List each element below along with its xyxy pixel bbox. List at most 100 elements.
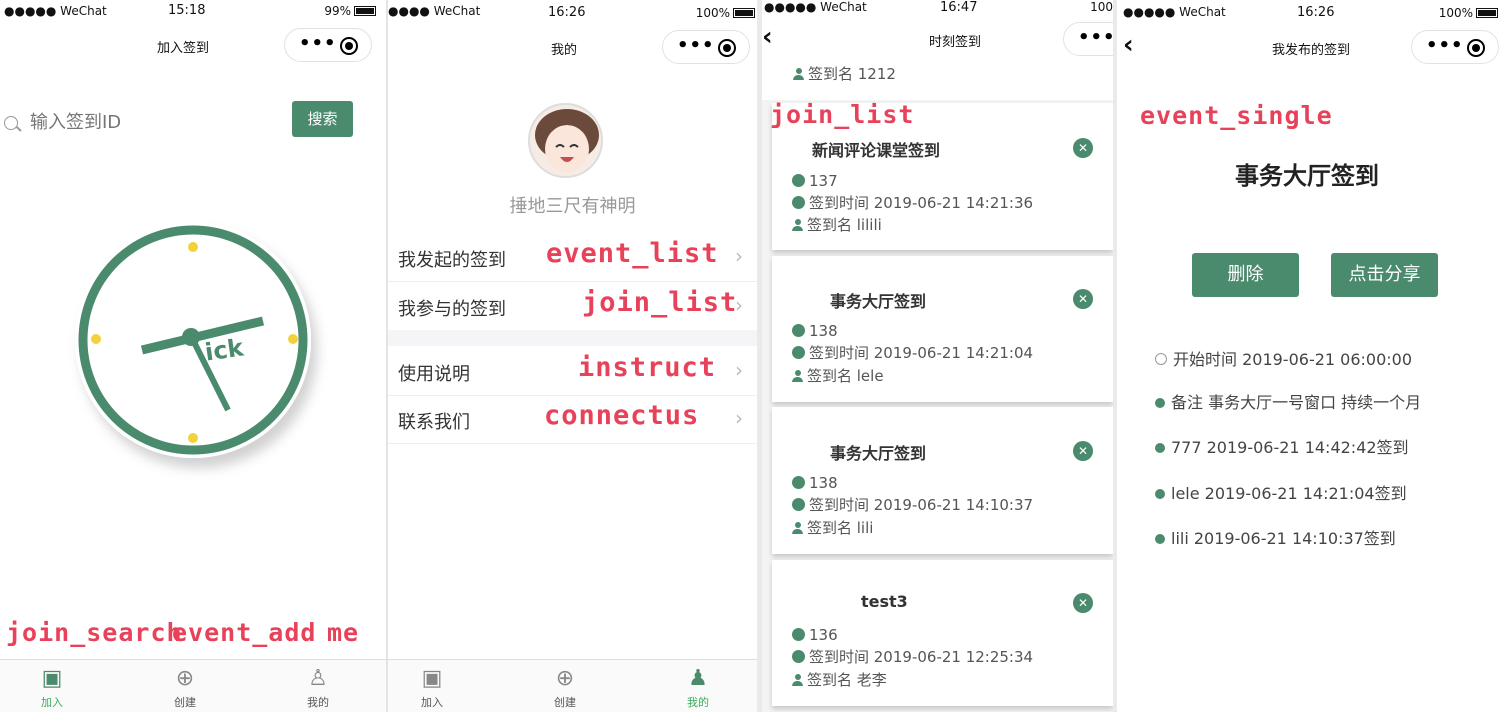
more-icon[interactable]: ••• [1078,27,1113,48]
menu-item-my-events[interactable]: 我发起的签到 event_list › [388,232,757,282]
tab-me[interactable]: ♟ 我的 [668,664,728,710]
card-id: 138 [792,322,838,340]
back-arrow-icon[interactable]: ‹ [762,22,773,52]
section-gap [388,330,757,346]
tab-bar: ▣ 加入 ⊕ 创建 ♙ 我的 [0,659,386,712]
clock-time: 16:47 [940,0,978,15]
delete-button[interactable]: 删除 [1192,253,1299,297]
card-id-value: 138 [809,322,838,340]
id-icon [792,476,805,489]
tab-create[interactable]: ⊕ 创建 [155,664,215,710]
card-id-value: 138 [809,474,838,492]
status-bar: ●●●● WeChat 16:26 100% [388,0,757,22]
tab-me-label: 我的 [307,696,329,709]
more-icon[interactable]: ••• [677,35,715,56]
card-name: 签到名 lili [792,517,873,538]
clock-time: 16:26 [1297,5,1335,20]
tab-join[interactable]: ▣ 加入 [22,664,82,710]
battery-status: 100% [1439,6,1498,20]
clock-logo-text: ick [203,333,246,367]
user-icon [792,219,803,231]
tab-create-label: 创建 [174,696,196,709]
share-button[interactable]: 点击分享 [1331,253,1438,297]
card-id: 136 [792,626,838,644]
signin-name: 签到名 1212 [808,65,896,83]
annotation-event-list: event_list [546,238,719,269]
menu-item-contact-us[interactable]: 联系我们 connectus › [388,394,757,444]
tab-me[interactable]: ♙ 我的 [288,664,348,710]
annotation-join-list: join_list [770,100,915,129]
carrier-label: ●●●●● WeChat [1123,5,1226,19]
bullet-icon [1155,534,1165,544]
close-target-icon[interactable] [1467,39,1485,57]
more-icon[interactable]: ••• [1426,35,1464,56]
battery-status: 100% [696,6,755,20]
menu-item-label: 联系我们 [398,412,470,433]
card-time: 签到时间 2019-06-21 12:25:34 [792,646,1033,667]
user-icon [793,68,804,80]
record-text: lele 2019-06-21 14:21:04签到 [1171,484,1407,503]
calendar-check-icon: ▣ [41,666,63,691]
bullet-icon [1155,489,1165,499]
start-time-text: 开始时间 2019-06-21 06:00:00 [1173,350,1413,369]
avatar[interactable] [528,103,603,178]
mini-program-capsule: ••• [1411,30,1499,64]
tab-join[interactable]: ▣ 加入 [402,664,462,710]
card-time-value: 签到时间 2019-06-21 14:21:36 [809,194,1034,212]
close-target-icon[interactable] [718,39,736,57]
more-icon[interactable]: ••• [299,33,337,54]
close-icon[interactable]: ✕ [1073,593,1093,613]
card-id: 138 [792,474,838,492]
chevron-right-icon: › [735,244,743,268]
menu-item-label: 使用说明 [398,364,470,385]
carrier-label: ●●●●● WeChat [4,4,107,18]
user-icon [792,674,803,686]
card-title: 事务大厅签到 [830,444,927,463]
close-icon[interactable]: ✕ [1073,138,1093,158]
plus-circle-icon: ⊕ [175,666,195,691]
signin-record: lele 2019-06-21 14:21:04签到 [1155,480,1407,504]
bullet-icon [1155,443,1165,453]
clock-icon [1155,353,1167,365]
card-time: 签到时间 2019-06-21 14:21:36 [792,192,1033,213]
user-icon: ♟ [688,666,708,691]
battery-percent: 100% [1438,6,1473,20]
close-target-icon[interactable] [340,37,358,55]
page-title: 加入签到 [157,41,210,56]
id-icon [792,324,805,337]
menu-item-joined-events[interactable]: 我参与的签到 join_list › [388,281,757,331]
annotation-instruct: instruct [578,352,717,383]
me-screen: ●●●● WeChat 16:26 100% 我的 ••• 捶地三尺有神明 我发… [388,0,757,712]
search-icon [4,116,18,130]
join-list-screen: ●●●●● WeChat 16:47 100 ‹ 时刻签到 ••• 签到名 12… [762,0,1113,712]
card-name-value: 签到名 lilili [807,216,882,234]
annotation-join-list: join_list [582,287,738,318]
signin-card[interactable]: 事务大厅签到 ✕ 138 签到时间 2019-06-21 14:21:04 签到… [772,256,1113,402]
clock-icon [792,346,805,359]
signin-card[interactable]: 事务大厅签到 ✕ 138 签到时间 2019-06-21 14:10:37 签到… [772,407,1113,554]
status-bar: ●●●●● WeChat 16:26 100% [1117,0,1512,22]
card-name: 签到名 老李 [792,669,887,690]
battery-icon [354,6,376,16]
card-time-value: 签到时间 2019-06-21 14:21:04 [809,344,1034,362]
calendar-check-icon: ▣ [421,666,443,691]
search-button[interactable]: 搜索 [292,101,353,137]
card-title: test3 [861,592,908,611]
event-id-search-input[interactable] [30,108,270,136]
page-title: 我的 [551,43,578,58]
card-name-value: 签到名 lele [807,367,884,385]
back-arrow-icon[interactable]: ‹ [1123,30,1134,60]
record-text: lili 2019-06-21 14:10:37签到 [1171,529,1396,548]
close-icon[interactable]: ✕ [1073,441,1093,461]
tab-me-label: 我的 [687,696,709,709]
close-icon[interactable]: ✕ [1073,289,1093,309]
username: 捶地三尺有神明 [509,196,636,217]
carrier-label: ●●●●● WeChat [764,0,867,14]
page-title: 我发布的签到 [1272,43,1351,58]
menu-item-instructions[interactable]: 使用说明 instruct › [388,346,757,396]
card-time: 签到时间 2019-06-21 14:21:04 [792,342,1033,363]
signin-card[interactable]: test3 ✕ 136 签到时间 2019-06-21 12:25:34 签到名… [772,560,1113,706]
signin-record: 777 2019-06-21 14:42:42签到 [1155,434,1409,458]
chevron-right-icon: › [735,293,743,317]
tab-create[interactable]: ⊕ 创建 [535,664,595,710]
